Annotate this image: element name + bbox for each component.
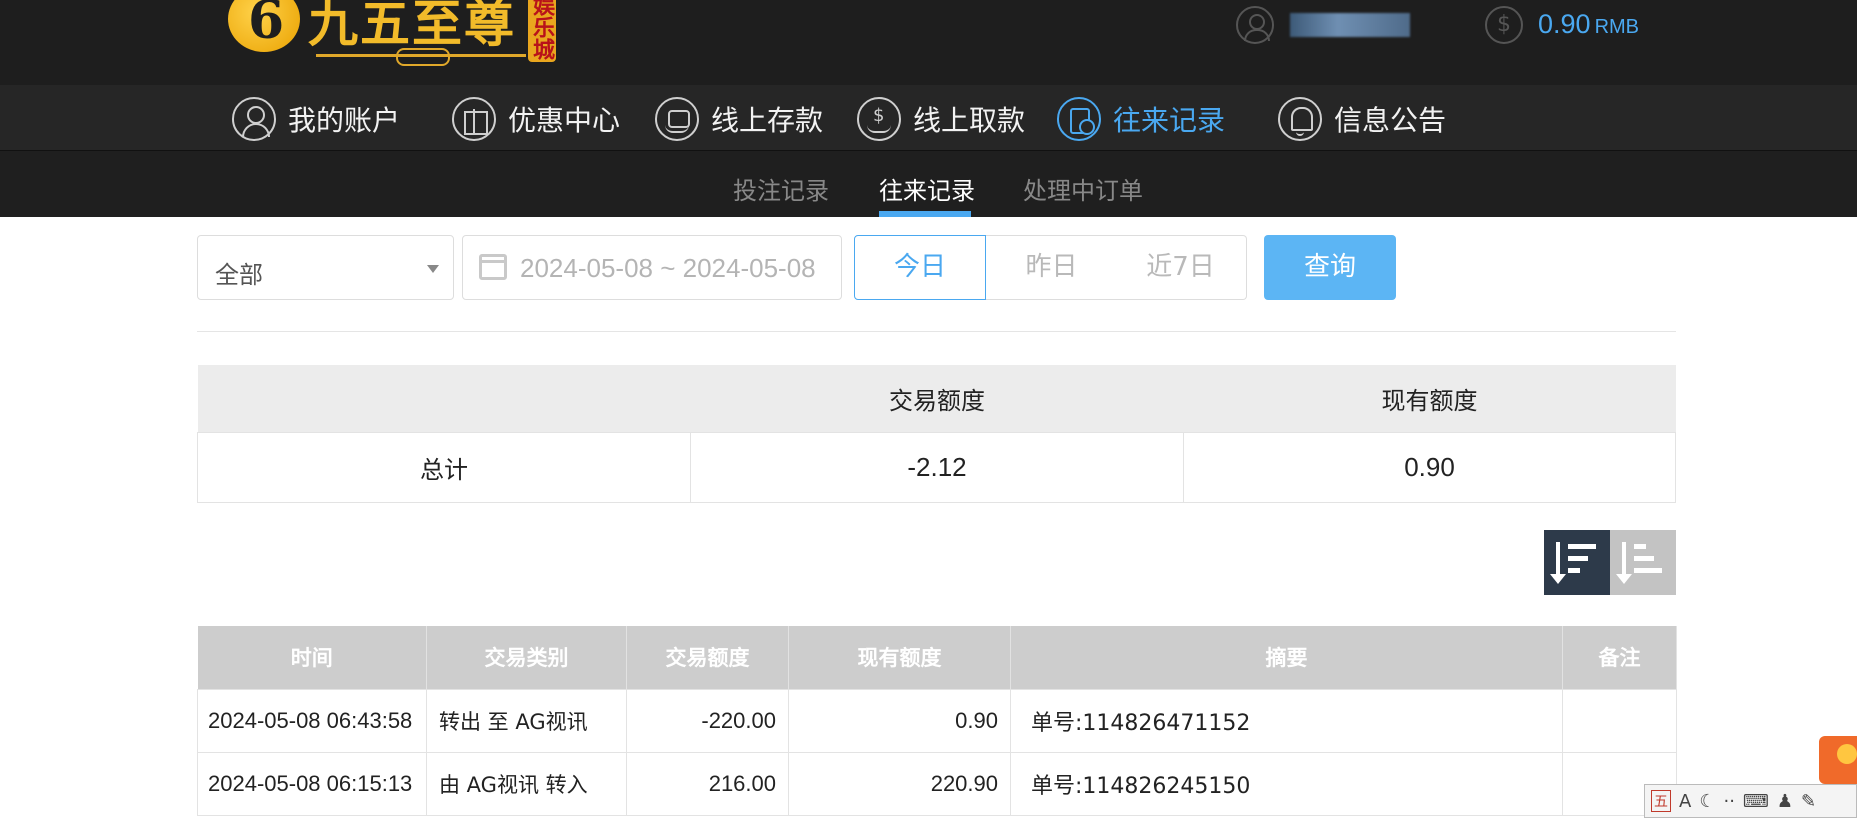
summary-total-row: 总计 -2.12 0.90 [197, 431, 1676, 503]
nav-item-records[interactable]: 往来记录 [1057, 95, 1225, 143]
date-range-input[interactable]: 2024-05-08 ~ 2024-05-08 [462, 235, 842, 300]
sort-bar [1634, 544, 1646, 549]
sort-asc-icon [1616, 542, 1632, 584]
tab-bet-records[interactable]: 投注记录 [733, 171, 829, 206]
ime-toolbar[interactable]: 五 A ☾ ·· ⌨ ♟ ✎ [1644, 784, 1857, 818]
site-logo[interactable]: 九五至尊 娱乐城 [228, 0, 558, 66]
nav-item-label: 线上存款 [711, 104, 824, 137]
search-button[interactable]: 查询 [1264, 235, 1396, 300]
user-icon [232, 97, 276, 141]
dollar-icon: $ [1485, 6, 1523, 44]
quick-today-button[interactable]: 今日 [854, 235, 986, 300]
sort-bar [1634, 556, 1654, 561]
summary-header-blank [197, 365, 691, 432]
quick-7days-button[interactable]: 近7日 [1115, 235, 1247, 300]
col-header-time: 时间 [197, 626, 427, 689]
sub-nav: 投注记录 往来记录 处理中订单 [0, 151, 1857, 217]
col-header-balance: 现有额度 [788, 626, 1011, 689]
ime-font-icon[interactable]: A [1679, 791, 1691, 812]
records-header-row: 时间 交易类别 交易额度 现有额度 摘要 备注 [197, 626, 1677, 689]
quick-yesterday-button[interactable]: 昨日 [986, 235, 1118, 300]
type-select[interactable]: 全部 [197, 235, 454, 300]
table-row: 2024-05-08 06:15:13 由 AG视讯 转入 216.00 220… [197, 751, 1677, 816]
withdraw-icon [857, 97, 901, 141]
sort-bar [1568, 556, 1588, 561]
balance-display: 0.90 RMB [1538, 9, 1639, 40]
moon-icon[interactable]: ☾ [1699, 791, 1715, 812]
col-header-amount: 交易额度 [626, 626, 789, 689]
sort-ascending-button[interactable] [1610, 530, 1676, 595]
nav-item-label: 优惠中心 [508, 104, 621, 137]
nav-item-label: 信息公告 [1334, 104, 1447, 137]
cell-time: 2024-05-08 06:43:58 [197, 688, 427, 753]
gift-icon [452, 97, 496, 141]
cell-type: 转出 至 AG视讯 [426, 688, 627, 753]
nav-item-label: 我的账户 [288, 104, 401, 137]
cell-balance: 0.90 [788, 688, 1011, 753]
type-select-value: 全部 [215, 261, 263, 289]
cell-summary: 单号:114826245150 [1010, 751, 1563, 816]
records-icon [1057, 97, 1101, 141]
col-header-note: 备注 [1562, 626, 1677, 689]
nav-item-promotions[interactable]: 优惠中心 [452, 95, 620, 143]
table-row: 2024-05-08 06:43:58 转出 至 AG视讯 -220.00 0.… [197, 688, 1677, 753]
chevron-down-icon [427, 265, 439, 273]
cell-type: 由 AG视讯 转入 [426, 751, 627, 816]
summary-header-row: 交易额度 现有额度 [197, 365, 1676, 432]
summary-header-trade: 交易额度 [690, 365, 1184, 432]
date-range-value: 2024-05-08 ~ 2024-05-08 [520, 253, 816, 283]
balance-unit: RMB [1594, 16, 1640, 38]
nav-item-deposit[interactable]: 线上存款 [655, 95, 823, 143]
main-nav: 我的账户 优惠中心 线上存款 线上取款 往来记录 信息公告 [0, 85, 1857, 151]
sort-bar [1568, 544, 1596, 549]
nav-item-withdraw[interactable]: 线上取款 [857, 95, 1025, 143]
tab-transaction-records[interactable]: 往来记录 [879, 171, 975, 206]
ime-mode-icon[interactable]: 五 [1651, 790, 1671, 812]
cell-amount: 216.00 [626, 751, 789, 816]
username-blurred[interactable] [1290, 13, 1410, 37]
cell-note [1562, 688, 1677, 753]
summary-current-total: 0.90 [1183, 431, 1676, 503]
red-packet-icon[interactable] [1819, 736, 1857, 784]
divider [197, 331, 1676, 332]
tab-pending-orders[interactable]: 处理中订单 [1023, 171, 1143, 206]
bell-icon [1278, 97, 1322, 141]
punctuation-icon[interactable]: ·· [1723, 791, 1734, 812]
active-tab-indicator [879, 211, 971, 217]
summary-trade-total: -2.12 [690, 431, 1184, 503]
deposit-icon [655, 97, 699, 141]
user-icon [1236, 6, 1274, 44]
keyboard-icon[interactable]: ⌨ [1743, 791, 1769, 812]
cell-amount: -220.00 [626, 688, 789, 753]
cell-balance: 220.90 [788, 751, 1011, 816]
summary-header-current: 现有额度 [1183, 365, 1676, 432]
summary-total-label: 总计 [197, 431, 691, 503]
nav-item-label: 往来记录 [1113, 104, 1226, 137]
nav-item-label: 线上取款 [913, 104, 1026, 137]
records-table: 时间 交易类别 交易额度 现有额度 摘要 备注 2024-05-08 06:43… [197, 626, 1677, 816]
nav-item-my-account[interactable]: 我的账户 [232, 95, 400, 143]
logo-emblem-icon [228, 0, 300, 52]
nav-item-announcements[interactable]: 信息公告 [1278, 95, 1446, 143]
balance-value: 0.90 [1538, 9, 1591, 39]
sort-bar [1568, 568, 1580, 573]
calendar-icon [479, 254, 507, 280]
wrench-icon[interactable]: ✎ [1801, 791, 1816, 812]
sort-desc-icon [1550, 542, 1566, 584]
cell-summary: 单号:114826471152 [1010, 688, 1563, 753]
col-header-type: 交易类别 [426, 626, 627, 689]
top-header: 九五至尊 娱乐城 $ 0.90RMB [0, 0, 1857, 85]
logo-badge: 娱乐城 [528, 0, 556, 62]
col-header-summary: 摘要 [1010, 626, 1563, 689]
sort-bar [1634, 568, 1662, 573]
user-icon[interactable]: ♟ [1777, 791, 1793, 812]
logo-ornament [316, 48, 526, 66]
sort-descending-button[interactable] [1544, 530, 1610, 595]
cell-time: 2024-05-08 06:15:13 [197, 751, 427, 816]
summary-table: 交易额度 现有额度 总计 -2.12 0.90 [197, 365, 1676, 503]
